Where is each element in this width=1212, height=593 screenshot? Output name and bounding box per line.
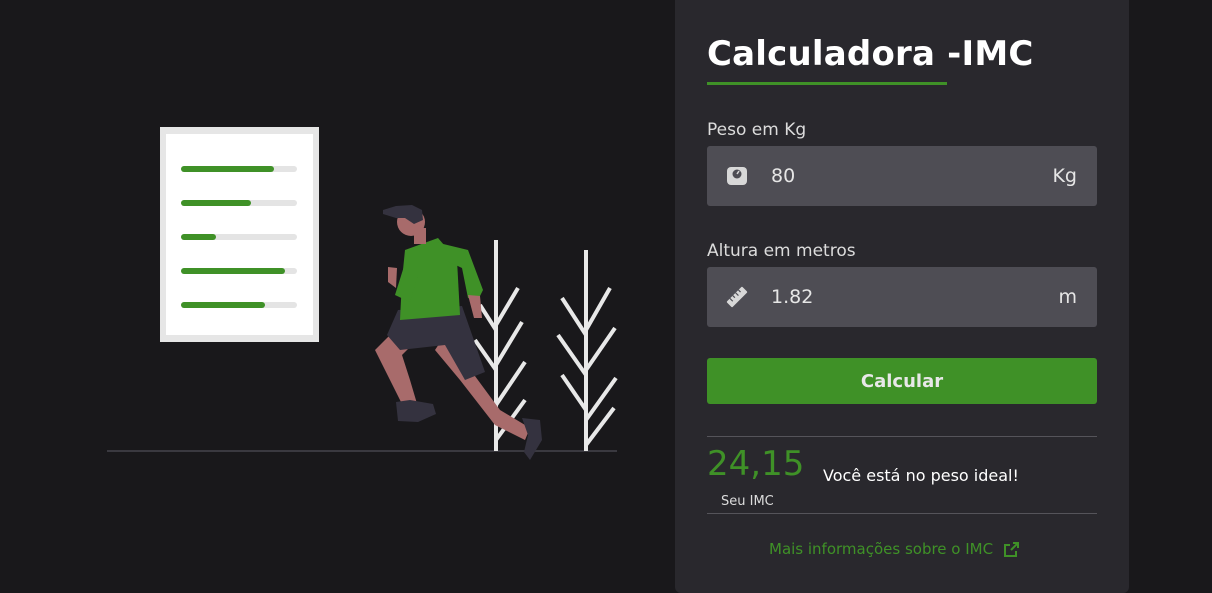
- bmi-calculator-card: Calculadora -IMC Peso em Kg Kg Altura em…: [675, 0, 1129, 593]
- more-info-label: Mais informações sobre o IMC: [769, 540, 994, 558]
- weight-field[interactable]: Kg: [707, 146, 1097, 206]
- page-title: Calculadora -IMC: [707, 34, 1034, 74]
- scale-icon: [725, 164, 749, 188]
- weight-unit: Kg: [1052, 165, 1077, 187]
- runner-illustration: [100, 110, 630, 470]
- bmi-result-value: 24,15: [707, 444, 805, 484]
- weight-label: Peso em Kg: [707, 120, 807, 140]
- height-unit: m: [1058, 286, 1077, 308]
- clipboard-bar-fill: [181, 268, 285, 274]
- result-divider-bottom: [707, 513, 1097, 514]
- bmi-result-caption: Seu IMC: [721, 494, 774, 509]
- title-underline: [707, 82, 947, 85]
- ruler-icon: [725, 285, 749, 309]
- clipboard-graphic: [160, 127, 319, 342]
- page: Calculadora -IMC Peso em Kg Kg Altura em…: [0, 0, 1212, 593]
- plant-right: [556, 250, 618, 451]
- height-field[interactable]: m: [707, 267, 1097, 327]
- clipboard-bar-fill: [181, 302, 265, 308]
- bmi-result-message: Você está no peso ideal!: [823, 466, 1019, 485]
- height-input[interactable]: [771, 286, 1059, 308]
- result-divider-top: [707, 436, 1097, 437]
- clipboard-bar-fill: [181, 166, 274, 172]
- clipboard-bar-fill: [181, 200, 251, 206]
- height-label: Altura em metros: [707, 241, 856, 261]
- weight-input[interactable]: [771, 165, 1053, 187]
- calculate-button[interactable]: Calcular: [707, 358, 1097, 404]
- more-info-link[interactable]: Mais informações sobre o IMC: [769, 540, 1020, 558]
- external-link-icon: [1003, 541, 1020, 558]
- runner-illustration-svg: [107, 127, 618, 460]
- clipboard-bar-fill: [181, 234, 216, 240]
